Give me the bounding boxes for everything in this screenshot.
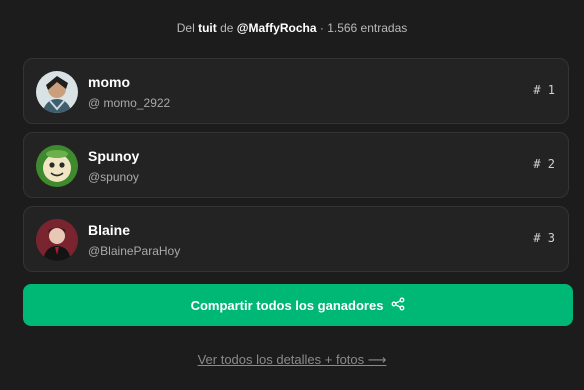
- winner-card-3[interactable]: Blaine @BlaineParaHoy # 3: [23, 206, 569, 272]
- avatar-cartoon-face-icon: [36, 145, 78, 187]
- view-all-details-link[interactable]: Ver todos los detalles + fotos ⟶: [0, 352, 584, 368]
- winner-rank: # 3: [533, 231, 555, 245]
- avatar-anime-character-icon: [36, 71, 78, 113]
- share-all-winners-button[interactable]: Compartir todos los ganadores: [23, 284, 573, 326]
- winner-card-2[interactable]: Spunoy @spunoy # 2: [23, 132, 569, 198]
- header-middle: de: [220, 21, 234, 35]
- header-suffix: · 1.566 entradas: [319, 21, 408, 35]
- winner-name: Blaine: [88, 222, 131, 238]
- header-prefix: Del: [176, 21, 195, 35]
- winner-card-1[interactable]: momo @ momo_2922 # 1: [23, 58, 569, 124]
- share-button-label: Compartir todos los ganadores: [190, 297, 384, 313]
- winner-handle: @ momo_2922: [88, 96, 171, 110]
- winner-handle: @BlaineParaHoy: [88, 244, 181, 258]
- winner-handle: @spunoy: [88, 170, 139, 184]
- avatar-portrait-icon: [36, 219, 78, 261]
- winner-rank: # 1: [533, 83, 555, 97]
- winner-rank: # 2: [533, 157, 555, 171]
- winner-name: momo: [88, 74, 130, 90]
- winner-name: Spunoy: [88, 148, 140, 164]
- results-header: Del tuit de @MaffyRocha · 1.566 entradas: [0, 21, 584, 35]
- header-user: @MaffyRocha: [236, 21, 317, 35]
- share-icon: [391, 297, 405, 314]
- header-tweet-word: tuit: [198, 21, 217, 35]
